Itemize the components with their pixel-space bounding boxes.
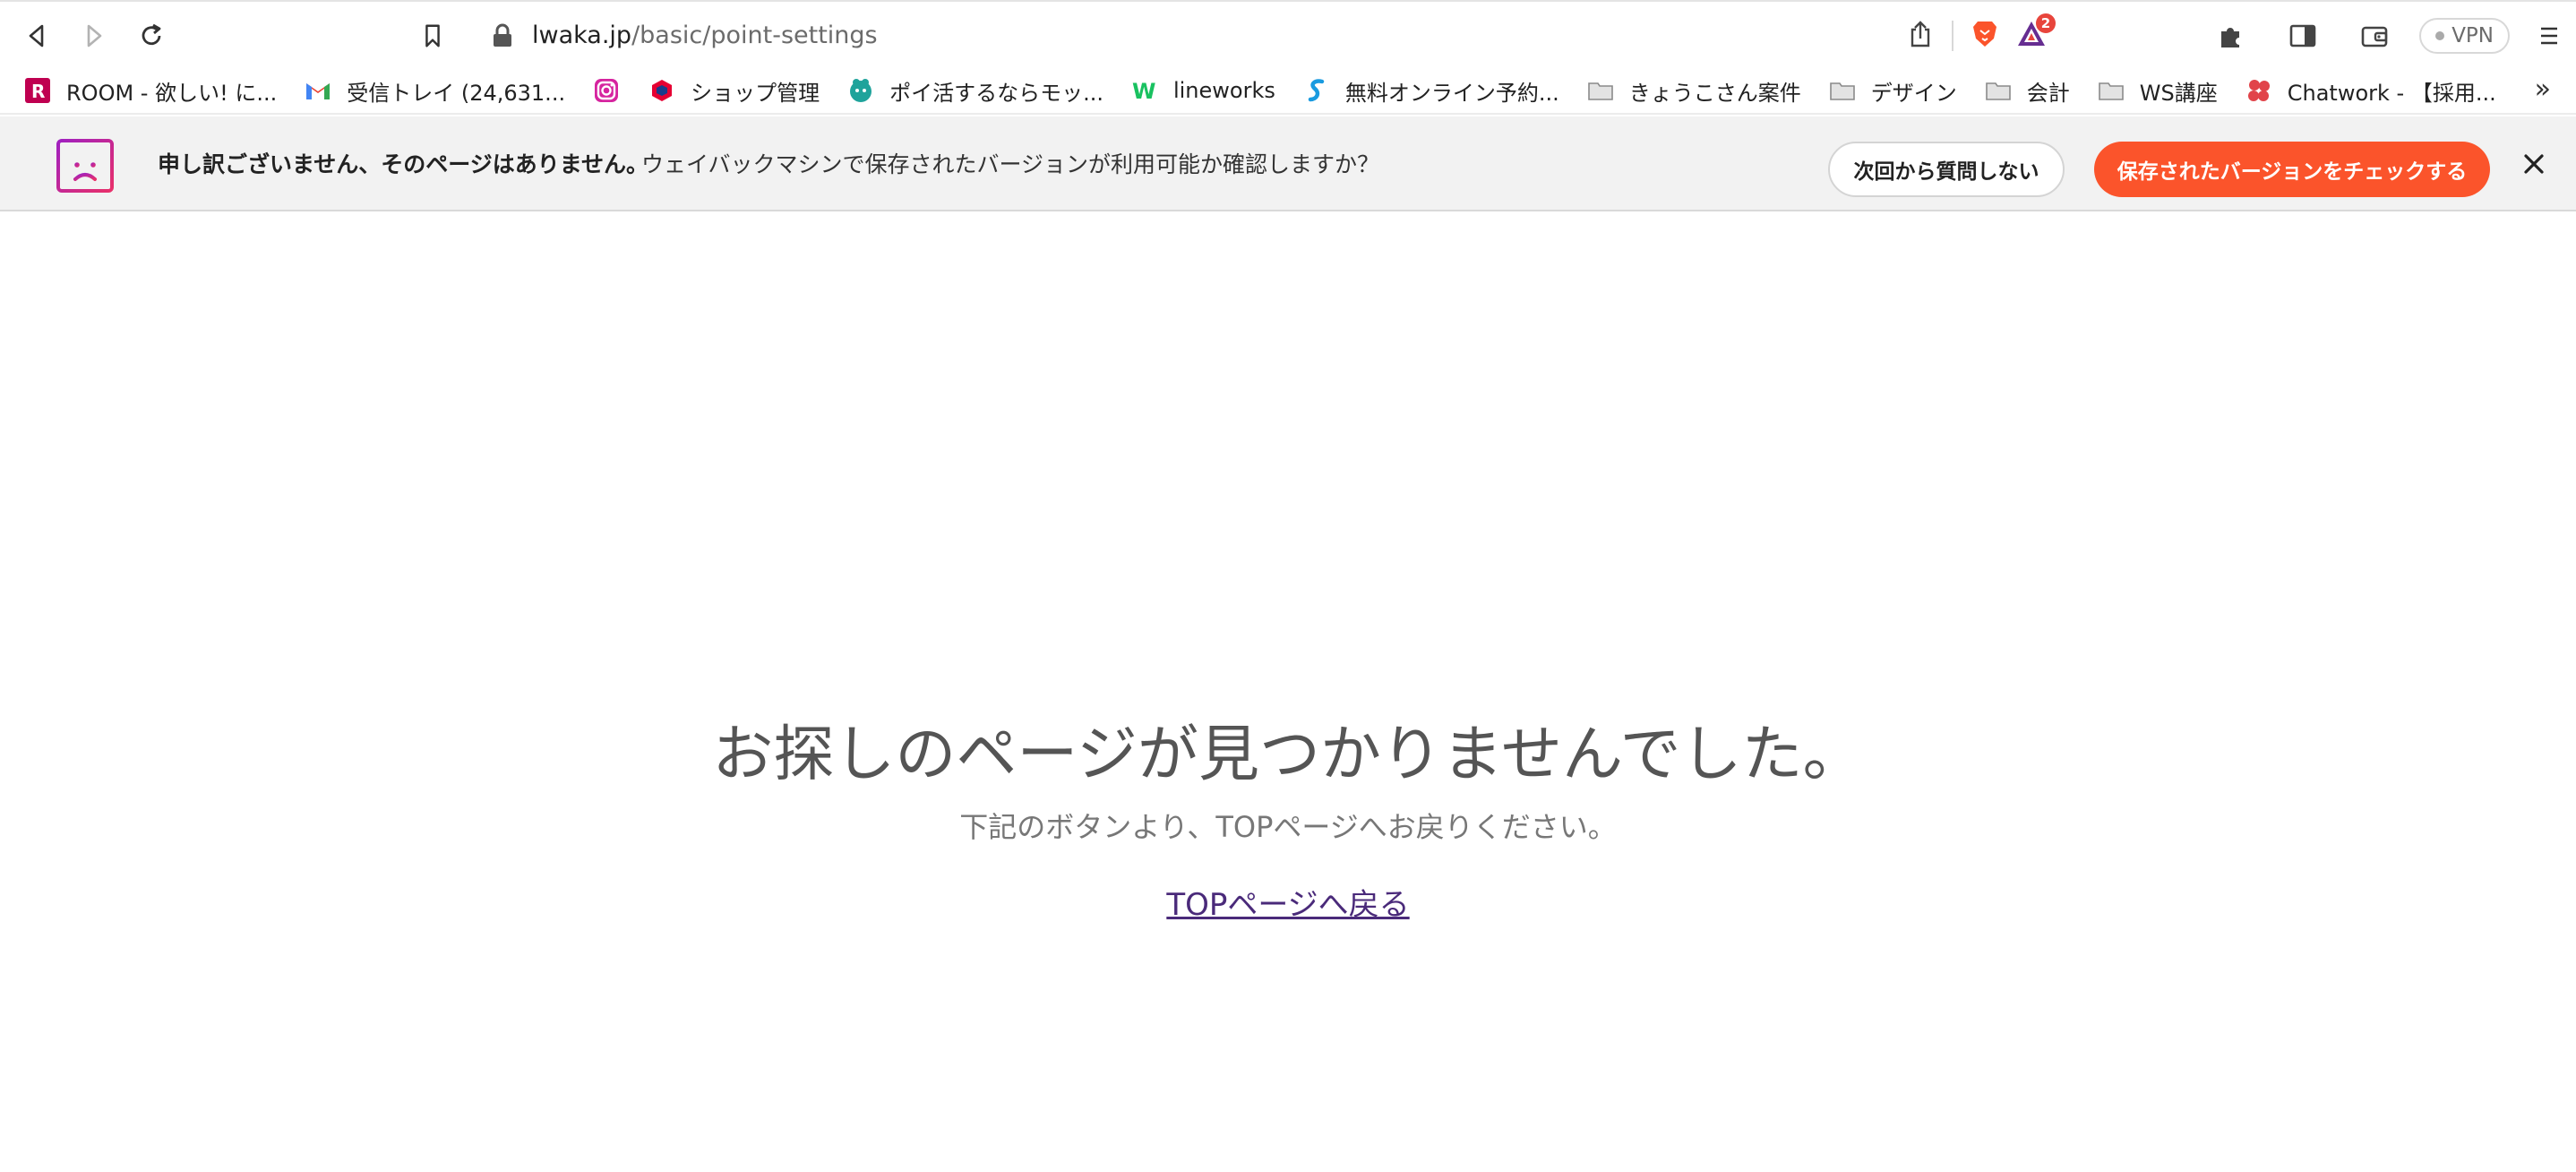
- bookmark-shop[interactable]: ショップ管理: [642, 71, 832, 110]
- bookmark-label: 無料オンライン予約...: [1344, 80, 1559, 106]
- hamburger-menu-icon: [2541, 27, 2557, 45]
- folder-icon: [1586, 76, 1615, 105]
- sidebar-button[interactable]: [2276, 13, 2330, 59]
- chatwork-icon: [2245, 76, 2273, 105]
- bookmark-label: 受信トレイ (24,631...: [347, 80, 566, 106]
- bookmark-lineworks[interactable]: W lineworks: [1125, 71, 1288, 110]
- close-icon[interactable]: [2519, 149, 2549, 179]
- bookmark-gmail[interactable]: 受信トレイ (24,631...: [298, 71, 578, 110]
- infobar-title: 申し訳ございません、そのページはありません。: [158, 151, 649, 177]
- browser-toolbar: lwaka.jp/basic/point-settings 2 VPN: [0, 0, 2576, 68]
- reservation-icon: [1302, 76, 1331, 105]
- bookmark-instagram[interactable]: [587, 71, 633, 110]
- page-title: お探しのページが見つかりませんでした。: [712, 720, 1864, 790]
- dont-ask-again-button[interactable]: 次回から質問しない: [1828, 142, 2065, 197]
- reload-icon: [142, 23, 161, 46]
- vpn-button[interactable]: VPN: [2419, 18, 2510, 54]
- bookmarks-bar: R ROOM - 欲しい! に... 受信トレイ (24,631... ショップ…: [0, 68, 2576, 115]
- bookmark-reservation[interactable]: 無料オンライン予約...: [1297, 71, 1572, 110]
- rewards-badge: 2: [2036, 13, 2056, 33]
- sidebar-icon: [2289, 24, 2316, 47]
- wallet-icon: [2361, 26, 2388, 47]
- bookmark-label: ROOM - 欲しい! に...: [66, 80, 278, 106]
- bookmark-icon: [425, 24, 440, 47]
- reload-button[interactable]: [129, 14, 174, 57]
- bookmark-label: ショップ管理: [691, 80, 820, 106]
- lock-icon: [494, 23, 511, 47]
- folder-icon: [1984, 76, 2013, 105]
- bookmark-label: きょうこさん案件: [1628, 80, 1801, 106]
- folder-icon: [1828, 76, 1857, 105]
- bookmark-folder-kyoko[interactable]: きょうこさん案件: [1581, 71, 1814, 110]
- bookmarks-overflow-button[interactable]: »: [2535, 73, 2551, 105]
- svg-text:R: R: [31, 81, 45, 102]
- address-bar[interactable]: lwaka.jp/basic/point-settings 2: [471, 11, 2061, 61]
- check-saved-version-button[interactable]: 保存されたバージョンをチェックする: [2094, 142, 2490, 197]
- forward-icon: [87, 24, 102, 47]
- gmail-icon: [304, 76, 332, 105]
- menu-button[interactable]: [2522, 13, 2576, 59]
- bookmark-room[interactable]: R ROOM - 欲しい! に...: [18, 71, 289, 110]
- shop-icon: [648, 76, 676, 105]
- bookmark-label: WS講座: [2139, 80, 2218, 106]
- bookmark-moppy[interactable]: ポイ活するならモッ...: [841, 71, 1116, 110]
- bookmark-folder-ws[interactable]: WS講座: [2091, 71, 2230, 110]
- page-subtext: 下記のボタンより、TOPページへお戻りください。: [959, 810, 1617, 844]
- brave-rewards-button[interactable]: 2: [2016, 13, 2056, 53]
- back-icon: [29, 24, 44, 47]
- share-icon: [1911, 21, 1930, 47]
- brave-lion-icon: [1973, 22, 1996, 47]
- url-text: lwaka.jp/basic/point-settings: [532, 20, 878, 52]
- bookmark-folder-design[interactable]: デザイン: [1823, 71, 1970, 110]
- lineworks-icon: W: [1130, 76, 1159, 105]
- rakuten-room-icon: R: [23, 76, 52, 105]
- bookmark-label: 会計: [2026, 80, 2070, 106]
- bookmark-label: デザイン: [1870, 80, 1957, 106]
- brave-shields-button[interactable]: [1970, 19, 2000, 53]
- wayback-infobar: 申し訳ございません、そのページはありません。 ウェイバックマシンで保存されたバー…: [0, 116, 2576, 211]
- moppy-icon: [846, 76, 875, 105]
- sad-page-icon: [56, 139, 114, 193]
- vpn-label: VPN: [2451, 24, 2494, 47]
- bookmark-chatwork[interactable]: Chatwork - 【採用...: [2239, 71, 2509, 110]
- bookmark-label: lineworks: [1172, 78, 1275, 103]
- top-link-wrapper: TOPページへ戻る: [0, 880, 2576, 924]
- wallet-button[interactable]: [2348, 13, 2401, 59]
- back-to-top-link[interactable]: TOPページへ戻る: [1166, 887, 1409, 923]
- toolbar-right: VPN: [2186, 13, 2576, 59]
- bookmark-folder-accounting[interactable]: 会計: [1979, 71, 2082, 110]
- url-path: /basic/point-settings: [631, 22, 878, 49]
- share-button[interactable]: [1905, 19, 1936, 53]
- instagram-icon: [592, 76, 621, 105]
- url-separator: [1952, 21, 1953, 51]
- bookmark-label: Chatwork - 【採用...: [2287, 80, 2496, 106]
- svg-text:W: W: [1132, 79, 1155, 104]
- bookmark-page-button[interactable]: [410, 14, 455, 57]
- page-content: お探しのページが見つかりませんでした。 下記のボタンより、TOPページへお戻りく…: [0, 213, 2576, 1172]
- infobar-message: ウェイバックマシンで保存されたバージョンが利用可能か確認しますか？: [641, 151, 1380, 177]
- bookmark-label: ポイ活するならモッ...: [889, 80, 1103, 106]
- url-actions: 2: [1905, 13, 2056, 56]
- forward-button[interactable]: [72, 14, 116, 57]
- folder-icon: [2097, 76, 2125, 105]
- extensions-button[interactable]: [2204, 13, 2258, 59]
- puzzle-icon: [2221, 28, 2240, 47]
- vpn-status-dot: [2435, 31, 2445, 40]
- back-button[interactable]: [14, 14, 59, 57]
- url-host: lwaka.jp: [532, 22, 632, 49]
